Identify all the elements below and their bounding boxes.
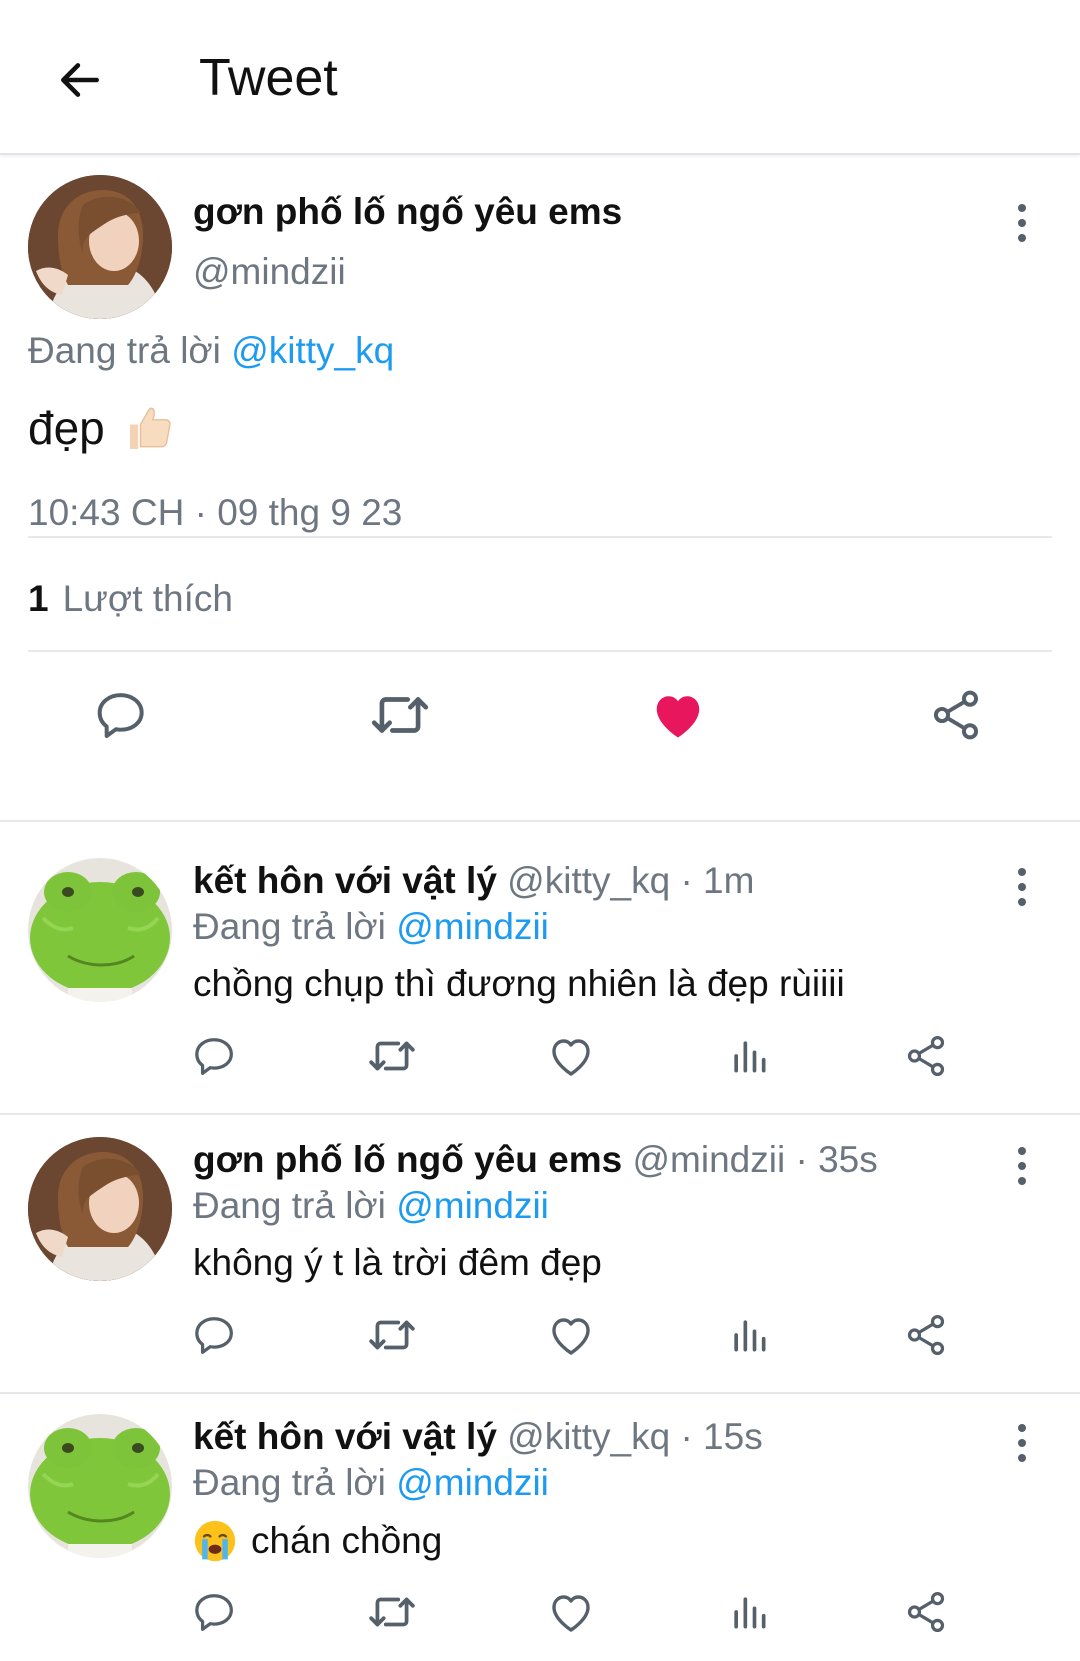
retweet-icon xyxy=(369,684,431,746)
reply-context: Đang trả lời @kitty_kq xyxy=(28,330,394,372)
reply-context: Đang trả lời @mindzii xyxy=(193,906,549,948)
reply-context: Đang trả lời @mindzii xyxy=(193,1185,549,1227)
stats-icon xyxy=(727,1590,771,1634)
back-button[interactable] xyxy=(48,48,112,112)
avatar[interactable] xyxy=(28,175,172,319)
tweet-text-content: chán chồng xyxy=(251,1520,443,1561)
avatar[interactable] xyxy=(28,1137,172,1281)
share-icon xyxy=(903,1033,949,1079)
retweet-button[interactable] xyxy=(368,683,432,747)
app-header: Tweet xyxy=(0,0,1080,155)
views-button[interactable] xyxy=(723,1309,775,1361)
reply-context: Đang trả lời @mindzii xyxy=(193,1462,549,1504)
reply-tweet[interactable]: kết hôn với vật lý @kitty_kq · 1m Đang t… xyxy=(0,822,1080,1084)
retweet-button[interactable] xyxy=(366,1309,418,1361)
like-button[interactable] xyxy=(545,1309,597,1361)
avatar[interactable] xyxy=(28,1414,172,1558)
reply-icon xyxy=(95,687,151,743)
tweet-text: chán chồng xyxy=(193,1519,442,1563)
more-options-button[interactable] xyxy=(1002,857,1042,917)
author-name[interactable]: kết hôn với vật lý xyxy=(193,860,497,901)
more-options-button[interactable] xyxy=(1002,1136,1042,1196)
author-handle-time: @kitty_kq · 1m xyxy=(496,860,755,901)
like-button[interactable] xyxy=(545,1586,597,1638)
reply-button[interactable] xyxy=(190,1309,242,1361)
avatar[interactable] xyxy=(28,858,172,1002)
arrow-left-icon xyxy=(61,63,99,97)
reply-prefix: Đang trả lời xyxy=(193,1185,386,1226)
share-button[interactable] xyxy=(900,1309,952,1361)
mention-link[interactable]: @mindzii xyxy=(396,906,549,947)
share-button[interactable] xyxy=(900,1030,952,1082)
reply-icon xyxy=(193,1033,239,1079)
heart-filled-icon xyxy=(648,685,708,745)
reply-prefix: Đang trả lời xyxy=(28,330,221,371)
mention-link[interactable]: @mindzii xyxy=(396,1185,549,1226)
heart-icon xyxy=(547,1311,595,1359)
reply-tweet[interactable]: gơn phố lố ngố yêu ems @mindzii · 35s Đa… xyxy=(0,1101,1080,1363)
like-button[interactable] xyxy=(545,1030,597,1082)
divider xyxy=(28,536,1052,538)
like-button[interactable] xyxy=(646,683,710,747)
heart-icon xyxy=(547,1032,595,1080)
tweet-text-content: đẹp xyxy=(28,402,105,454)
views-button[interactable] xyxy=(723,1586,775,1638)
share-icon xyxy=(903,1589,949,1635)
tweet-timestamp: 10:43 CH · 09 thg 9 23 xyxy=(28,492,403,533)
share-button[interactable] xyxy=(900,1586,952,1638)
reply-icon xyxy=(193,1312,239,1358)
reply-header: kết hôn với vật lý @kitty_kq · 1m xyxy=(193,860,754,902)
reply-prefix: Đang trả lời xyxy=(193,1462,386,1503)
reply-button[interactable] xyxy=(190,1030,242,1082)
author-handle-time: @kitty_kq · 15s xyxy=(496,1416,763,1457)
more-options-button[interactable] xyxy=(1002,1413,1042,1473)
author-name[interactable]: kết hôn với vật lý xyxy=(193,1416,497,1457)
retweet-icon xyxy=(367,1310,417,1360)
main-tweet: gơn phố lố ngố yêu ems @mindzii Đang trả… xyxy=(0,155,1080,821)
reply-header: gơn phố lố ngố yêu ems @mindzii · 35s xyxy=(193,1139,878,1181)
tweet-text: chồng chụp thì đương nhiên là đẹp rùiiii xyxy=(193,963,845,1005)
share-icon xyxy=(903,1312,949,1358)
mention-link[interactable]: @kitty_kq xyxy=(231,330,394,371)
share-button[interactable] xyxy=(924,683,988,747)
reply-button[interactable] xyxy=(190,1586,242,1638)
page-title: Tweet xyxy=(199,49,338,107)
stats-icon xyxy=(727,1034,771,1078)
author-handle-time: @mindzii · 35s xyxy=(622,1139,878,1180)
author-name[interactable]: gơn phố lố ngố yêu ems xyxy=(193,191,622,233)
retweet-icon xyxy=(367,1031,417,1081)
author-handle[interactable]: @mindzii xyxy=(193,251,346,293)
heart-icon xyxy=(547,1588,595,1636)
tweet-text: đẹp xyxy=(28,400,179,456)
reply-header: kết hôn với vật lý @kitty_kq · 15s xyxy=(193,1416,763,1458)
retweet-button[interactable] xyxy=(366,1030,418,1082)
crying-face-icon xyxy=(194,1520,236,1562)
mention-link[interactable]: @mindzii xyxy=(396,1462,549,1503)
views-button[interactable] xyxy=(723,1030,775,1082)
stats-icon xyxy=(727,1313,771,1357)
like-count-value: 1 xyxy=(28,578,49,619)
tweet-text: không ý t là trời đêm đẹp xyxy=(193,1242,602,1284)
reply-prefix: Đang trả lời xyxy=(193,906,386,947)
like-count-label: Lượt thích xyxy=(62,578,233,619)
retweet-icon xyxy=(367,1587,417,1637)
author-name[interactable]: gơn phố lố ngố yêu ems xyxy=(193,1139,622,1180)
reply-icon xyxy=(193,1589,239,1635)
tweet-text-content: không ý t là trời đêm đẹp xyxy=(193,1242,602,1283)
reply-tweet[interactable]: kết hôn với vật lý @kitty_kq · 15s Đang … xyxy=(0,1378,1080,1640)
share-icon xyxy=(928,687,984,743)
reply-button[interactable] xyxy=(91,683,155,747)
retweet-button[interactable] xyxy=(366,1586,418,1638)
likes-count[interactable]: 1 Lượt thích xyxy=(28,578,233,620)
tweet-text-content: chồng chụp thì đương nhiên là đẹp rùiiii xyxy=(193,963,845,1004)
divider xyxy=(28,650,1052,652)
thumbs-up-icon xyxy=(129,407,171,449)
more-options-button[interactable] xyxy=(1002,193,1042,253)
